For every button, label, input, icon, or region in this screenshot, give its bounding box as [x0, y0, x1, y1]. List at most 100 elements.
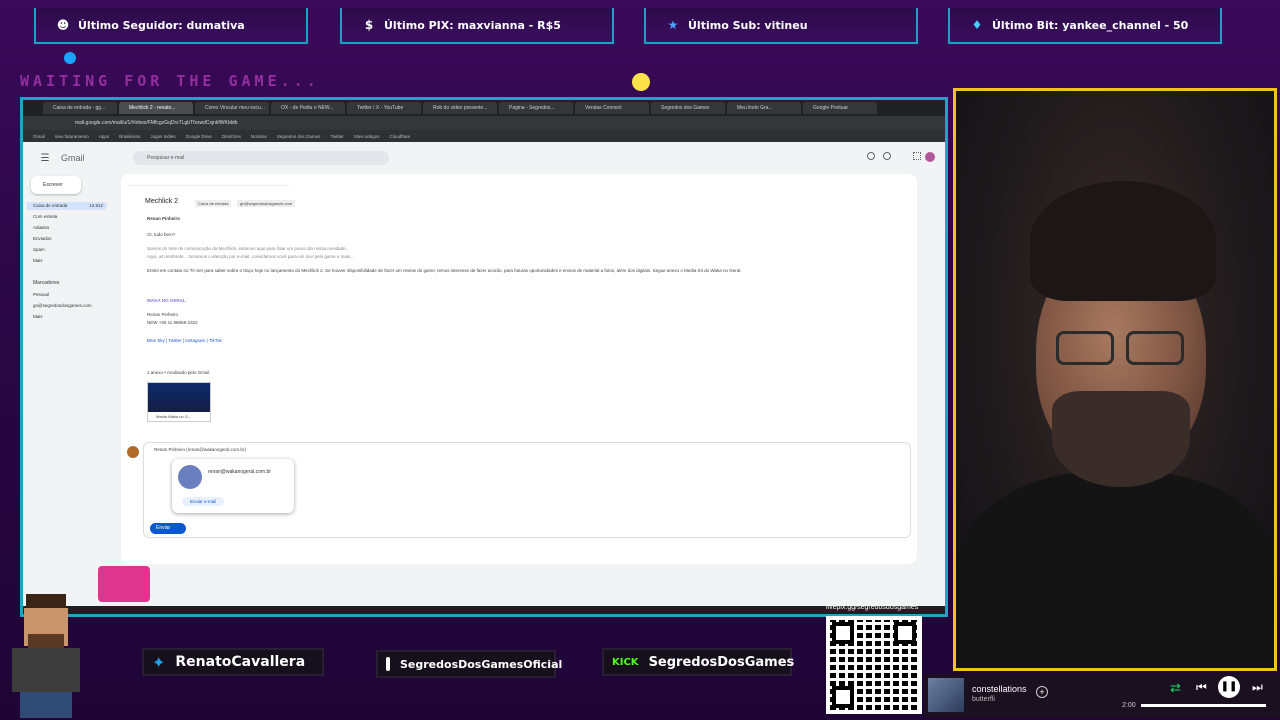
greeting: Oi, tudo bem? — [147, 232, 176, 237]
alert-last-bit: ♦ Último Bit: yankee_channel - 50 — [948, 8, 1222, 44]
label-item[interactable]: gn@segredosdosgames.com — [33, 303, 113, 308]
pixel-character — [4, 594, 88, 718]
bookmark[interactable]: Gmail — [33, 134, 45, 139]
help-icon[interactable] — [867, 152, 875, 160]
alert-last-follower: ☻ Último Seguidor: dumativa — [34, 8, 308, 44]
nav-starred[interactable]: Com estrela — [33, 214, 113, 219]
browser-tab[interactable]: Mechlick 2 - renato... — [119, 102, 193, 114]
body-line: Somos do time de comunicação da Mechlick… — [147, 246, 350, 251]
alert-pix-text: Último PIX: maxvianna - R$5 — [384, 18, 561, 32]
browser-tab[interactable]: Caixa de entrada - gg... — [43, 102, 117, 114]
body-line: Entrei em contato no TA Ser para saber s… — [147, 268, 742, 273]
label-item[interactable]: Mais — [33, 314, 113, 319]
browser-tab[interactable]: OX - de Pediu o NEW... — [271, 102, 345, 114]
instagram-icon — [386, 657, 390, 671]
inbox-count: 12.912 — [89, 203, 103, 208]
browser-tab[interactable]: Twitter / X - YouTube — [347, 102, 421, 114]
contact-popup: renan@wakanogeral.com.br Enviar e-mail — [172, 459, 294, 513]
apps-icon[interactable] — [913, 152, 921, 160]
signature-brand[interactable]: WAKA NO GERAL — [147, 298, 186, 303]
track-title: constellations — [972, 684, 1027, 694]
glasses — [1126, 331, 1184, 365]
browser-tab[interactable]: Segredos dos Games — [651, 102, 725, 114]
settings-icon[interactable] — [883, 152, 891, 160]
menu-icon[interactable]: ☰ — [35, 153, 55, 164]
bookmark[interactable]: Cloudflare — [389, 134, 410, 139]
subject-tag[interactable]: Caixa de entrada — [195, 200, 232, 207]
shuffle-icon[interactable]: ⇄ — [1170, 680, 1181, 696]
nav-inbox[interactable]: Caixa de entrada 12.912 — [27, 202, 107, 210]
screen-share: Caixa de entrada - gg... Mechlick 2 - re… — [20, 97, 948, 617]
track-progress[interactable] — [1141, 704, 1266, 707]
qr-code — [826, 616, 922, 714]
attachment-name: Media Waka no G... — [148, 412, 210, 421]
star-icon: ★ — [667, 18, 679, 32]
person-beard — [1052, 391, 1190, 487]
browser-tab[interactable]: Vendas Connect — [575, 102, 649, 114]
music-player: constellations butterfli + ⇄ ⏮ ❚❚ ⏭ 2:00 — [924, 674, 1280, 718]
compose-button[interactable]: Escrever — [31, 176, 81, 194]
browser-tab[interactable]: Google Pontuar — [803, 102, 877, 114]
alert-last-pix: $ Último PIX: maxvianna - R$5 — [340, 8, 614, 44]
previous-icon[interactable]: ⏮ — [1196, 680, 1207, 695]
bookmark[interactable]: Sites antigos — [354, 134, 380, 139]
yellow-dot-icon — [632, 73, 650, 91]
body-line: Aqui, um lembrete... tomamos o atenção p… — [147, 254, 354, 259]
kick-icon: KICK — [612, 656, 639, 668]
twitter-handle: RenatoCavallera — [175, 654, 306, 670]
subject-tag[interactable]: gn@segredosdosgames.com — [237, 200, 296, 207]
email-view: Mechlick 2 Caixa de entrada gn@segredosd… — [121, 174, 917, 564]
attachment-thumbnail[interactable]: Media Waka no G... — [147, 382, 211, 422]
browser-tab[interactable]: Pagina - Segredos... — [499, 102, 573, 114]
nav-snoozed[interactable]: Adiados — [33, 225, 113, 230]
bookmark[interactable]: Google Drive — [186, 134, 212, 139]
nav-more[interactable]: Mais — [33, 258, 113, 263]
cyan-dot-icon — [64, 52, 76, 64]
pink-invader-icon — [98, 566, 150, 602]
album-art — [928, 678, 964, 712]
avatar — [127, 446, 139, 458]
send-email-button[interactable]: Enviar e-mail — [182, 497, 225, 506]
qr-label: livepix.gg/segredosdosgames — [826, 604, 919, 611]
bookmark[interactable]: Brasileirao — [119, 134, 140, 139]
taskbar — [23, 606, 945, 614]
sender-name: Renan Pinheiro — [147, 216, 181, 221]
url-text: mail.google.com/mail/u/1/#inbox/FMfcgzGq… — [75, 120, 238, 126]
glasses — [1056, 331, 1114, 365]
bookmark[interactable]: Apps — [99, 134, 109, 139]
alert-sub-text: Último Sub: vitineu — [688, 18, 808, 32]
gmail-logo[interactable]: Gmail — [61, 153, 117, 163]
browser-tab[interactable]: Meu lindo Gra... — [727, 102, 801, 114]
send-button[interactable]: Enviar — [150, 523, 186, 534]
label-item[interactable]: Pessoal — [33, 292, 113, 297]
address-bar[interactable]: mail.google.com/mail/u/1/#inbox/FMfcgzGq… — [23, 116, 945, 130]
browser-tab[interactable]: Como Vincular meu escu... — [195, 102, 269, 114]
user-icon: ☻ — [56, 18, 70, 32]
browser-tab[interactable]: Rob do video presente... — [423, 102, 497, 114]
alert-last-sub: ★ Último Sub: vitineu — [644, 8, 918, 44]
bookmark[interactable]: Noticias — [251, 134, 267, 139]
nav-sent[interactable]: Enviados — [33, 236, 113, 241]
social-kick: KICK SegredosDosGames — [602, 648, 794, 676]
alert-follower-text: Último Seguidor: dumativa — [78, 18, 245, 32]
bookmark[interactable]: Twitter — [330, 134, 343, 139]
side-panel — [931, 216, 945, 564]
nav-inbox-label: Caixa de entrada — [33, 203, 68, 208]
person-hair — [1030, 181, 1216, 301]
twitter-icon: ✦ — [152, 652, 166, 672]
reply-box[interactable]: Renan Pinheiro (renan@wakanogeral.com.br… — [143, 442, 911, 538]
bookmark[interactable]: meu faturamento — [55, 134, 89, 139]
popup-email: renan@wakanogeral.com.br — [208, 469, 271, 475]
signature-links[interactable]: Blue Sky | Twitter | Instagram | TikTok — [147, 338, 222, 343]
search-input[interactable]: Pesquisar e-mail — [133, 151, 389, 165]
nav-spam[interactable]: Spam — [33, 247, 113, 252]
signature-name: Renan Pinheiro — [147, 312, 179, 317]
next-icon[interactable]: ⏭ — [1252, 680, 1263, 695]
bookmark[interactable]: Jogos Indies — [150, 134, 175, 139]
avatar[interactable] — [925, 152, 935, 162]
bookmark[interactable]: Segredos dos Games — [277, 134, 321, 139]
pause-button[interactable]: ❚❚ — [1218, 676, 1240, 698]
bookmark[interactable]: Diretrizes — [222, 134, 241, 139]
add-icon[interactable]: + — [1036, 686, 1048, 698]
labels-header: Marcadores — [33, 280, 60, 286]
